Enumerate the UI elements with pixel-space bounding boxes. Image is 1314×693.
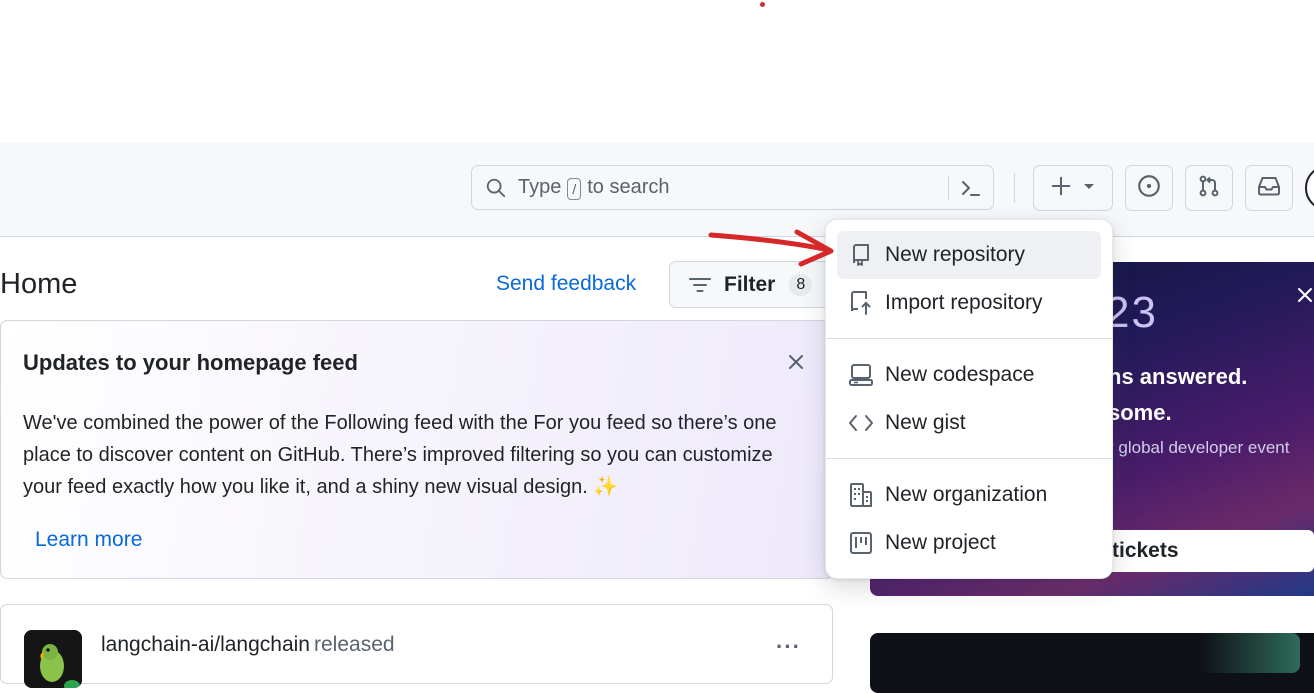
create-new-button[interactable] [1033, 165, 1113, 211]
annotation-dot [760, 2, 765, 7]
feed-repo-link[interactable]: langchain-ai/langchain [101, 633, 310, 656]
search-divider [948, 176, 949, 200]
promo-headline-2: some. [1108, 400, 1172, 425]
menu-item-new-project[interactable]: New project [837, 519, 1101, 567]
pull-request-icon [1197, 174, 1221, 203]
menu-item-label: New repository [885, 243, 1026, 266]
send-feedback-link[interactable]: Send feedback [496, 272, 636, 296]
close-icon[interactable] [784, 350, 808, 374]
menu-divider [826, 458, 1112, 459]
promo-headline-1: ns answered. [1108, 364, 1248, 389]
plus-icon [1050, 175, 1072, 202]
second-promo-graphic [1200, 633, 1300, 673]
repo-push-icon [847, 289, 875, 317]
menu-item-label: New gist [885, 411, 966, 434]
get-tickets-label: tickets [1112, 539, 1179, 562]
search-input[interactable]: Type / to search [471, 165, 994, 210]
filter-count-badge: 8 [789, 273, 813, 296]
pull-requests-button[interactable] [1185, 165, 1233, 211]
repo-icon [847, 241, 875, 269]
menu-divider [826, 338, 1112, 339]
more-options-icon[interactable]: ··· [776, 634, 801, 660]
project-icon [847, 529, 875, 557]
menu-item-label: New project [885, 531, 996, 554]
close-icon[interactable] [1296, 286, 1314, 308]
menu-item-import-repository[interactable]: Import repository [837, 279, 1101, 327]
promo-subtext: r global developer event [1108, 438, 1290, 457]
learn-more-link[interactable]: Learn more [35, 528, 142, 552]
search-icon [484, 176, 508, 200]
updates-card-title: Updates to your homepage feed [23, 350, 358, 375]
feed-action: released [314, 633, 395, 656]
updates-card-body: We've combined the power of the Followin… [23, 407, 803, 503]
updates-card-text: We've combined the power of the Followin… [23, 412, 777, 498]
repo-avatar[interactable] [24, 630, 82, 688]
code-icon [847, 409, 875, 437]
annotation-arrow-icon [705, 224, 845, 274]
filter-icon [688, 274, 712, 296]
menu-item-new-codespace[interactable]: New codespace [837, 351, 1101, 399]
search-placeholder-suffix: to search [587, 176, 670, 198]
inbox-button[interactable] [1245, 165, 1293, 211]
chevron-down-icon [1082, 179, 1096, 198]
menu-item-label: New codespace [885, 363, 1035, 386]
page-title: Home [0, 268, 78, 300]
search-placeholder-prefix: Type [518, 176, 562, 198]
menu-item-new-repository[interactable]: New repository [837, 231, 1101, 279]
command-palette-icon[interactable] [957, 174, 985, 202]
issue-icon [1136, 173, 1162, 204]
filter-label: Filter [724, 272, 776, 296]
menu-item-new-organization[interactable]: New organization [837, 471, 1101, 519]
menu-item-label: New organization [885, 483, 1048, 506]
header-divider [1014, 173, 1015, 203]
inbox-icon [1256, 174, 1282, 203]
menu-item-label: Import repository [885, 291, 1043, 314]
search-shortcut-key: / [567, 177, 582, 200]
search-placeholder: Type / to search [518, 176, 670, 200]
menu-item-new-gist[interactable]: New gist [837, 399, 1101, 447]
feed-item-title: langchain-ai/langchain released [101, 633, 395, 657]
sparkles-icon: ✨ [593, 476, 619, 498]
organization-icon [847, 481, 875, 509]
issues-button[interactable] [1125, 165, 1173, 211]
codespace-icon [847, 361, 875, 389]
